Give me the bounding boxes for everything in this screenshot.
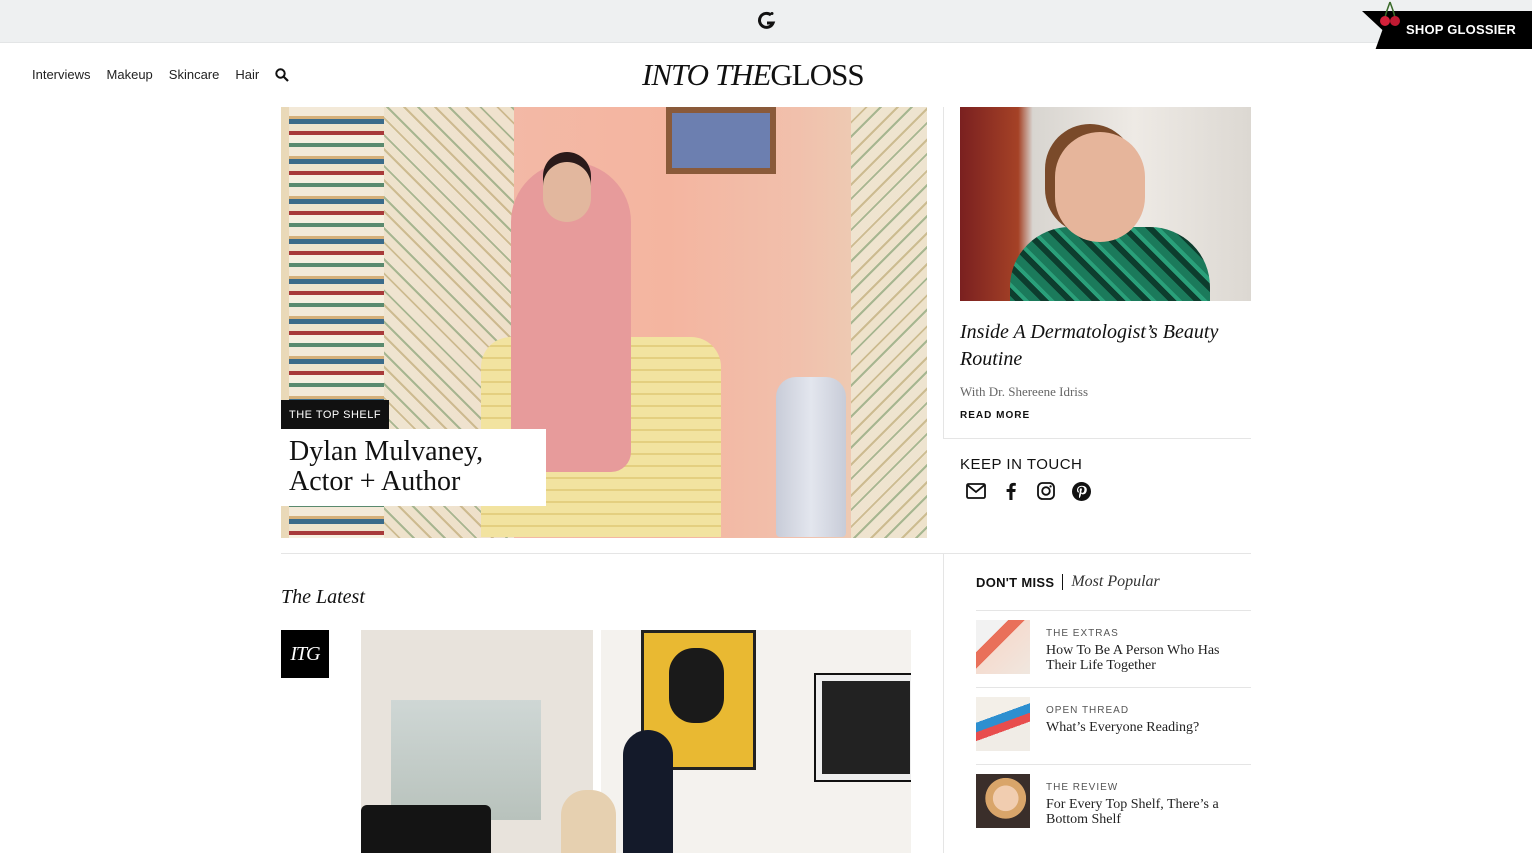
cherry-icon — [1380, 1, 1400, 26]
list-item[interactable]: THE EXTRAS How To Be A Person Who Has Th… — [976, 610, 1251, 687]
side-feature-title[interactable]: Inside A Dermatologist’s Beauty Routine — [960, 319, 1240, 373]
side-image-face — [1055, 132, 1145, 242]
list-item-title[interactable]: For Every Top Shelf, There’s a Bottom Sh… — [1046, 797, 1246, 827]
list-item-title[interactable]: What’s Everyone Reading? — [1046, 720, 1246, 735]
latest-image-person-standing — [623, 730, 673, 853]
top-utility-bar — [0, 0, 1532, 43]
latest-image-window — [391, 700, 541, 820]
keep-in-touch-heading: KEEP IN TOUCH — [960, 456, 1083, 473]
latest-image-frame — [814, 673, 911, 782]
hero-image-painting — [666, 107, 776, 174]
tab-dont-miss[interactable]: DON'T MISS — [976, 575, 1054, 590]
list-item-thumbnail — [976, 697, 1030, 751]
mail-icon[interactable] — [966, 481, 986, 501]
hero-image-head — [543, 162, 591, 222]
main-navigation: Interviews Makeup Skincare Hair INTO THE… — [0, 43, 1532, 107]
logo-italic-part: INTO THE — [642, 57, 771, 92]
search-icon[interactable] — [275, 68, 289, 82]
list-item-title[interactable]: How To Be A Person Who Has Their Life To… — [1046, 643, 1246, 673]
list-item[interactable]: OPEN THREAD What’s Everyone Reading? — [976, 687, 1251, 764]
hero-image-curtain-right — [851, 107, 927, 538]
hero-title-line-2: Actor + Author — [289, 466, 461, 497]
list-item-category: THE EXTRAS — [1046, 628, 1119, 639]
latest-image-person-seated — [561, 790, 616, 853]
side-feature-image[interactable] — [960, 107, 1251, 301]
latest-image-painting-figure — [669, 648, 724, 723]
list-item-thumbnail — [976, 774, 1030, 828]
hero-feature[interactable]: THE TOP SHELF Dylan Mulvaney, Actor + Au… — [281, 107, 927, 538]
sidebar-divider-bottom — [943, 554, 944, 853]
tab-most-popular[interactable]: Most Popular — [1071, 573, 1159, 591]
section-divider — [281, 553, 1251, 554]
nav-link-interviews[interactable]: Interviews — [32, 67, 91, 82]
site-logo[interactable]: INTO THEGLOSS — [642, 57, 865, 93]
list-item-category: OPEN THREAD — [1046, 705, 1130, 716]
instagram-icon[interactable] — [1036, 481, 1056, 501]
nav-link-hair[interactable]: Hair — [235, 67, 259, 82]
list-item-thumbnail — [976, 620, 1030, 674]
latest-heading: The Latest — [281, 586, 365, 608]
dont-miss-tabs: DON'T MISS Most Popular — [976, 573, 1160, 591]
side-feature-subtitle: With Dr. Shereene Idriss — [960, 384, 1089, 399]
latest-article-image[interactable] — [361, 630, 911, 853]
latest-image-sofa — [361, 805, 491, 853]
dont-miss-list: THE EXTRAS How To Be A Person Who Has Th… — [976, 610, 1251, 841]
hero-title[interactable]: Dylan Mulvaney, Actor + Author — [281, 429, 546, 506]
hero-category-tag[interactable]: THE TOP SHELF — [281, 400, 390, 429]
nav-link-makeup[interactable]: Makeup — [107, 67, 153, 82]
nav-link-skincare[interactable]: Skincare — [169, 67, 220, 82]
hero-image-side-table — [776, 377, 846, 537]
itg-badge: ITG — [281, 630, 329, 678]
pinterest-icon[interactable] — [1071, 481, 1091, 501]
tab-separator — [1062, 574, 1064, 590]
sidebar-divider-top — [943, 107, 944, 438]
list-item-category: THE REVIEW — [1046, 782, 1119, 793]
glossier-g-icon[interactable] — [757, 11, 777, 33]
read-more-link[interactable]: READ MORE — [960, 410, 1030, 421]
social-links — [966, 481, 1091, 501]
divider — [943, 438, 1251, 439]
facebook-icon[interactable] — [1001, 481, 1021, 501]
nav-links: Interviews Makeup Skincare Hair — [32, 67, 259, 82]
logo-plain-part: GLOSS — [770, 57, 864, 92]
shop-glossier-label[interactable]: SHOP GLOSSIER — [1406, 22, 1516, 37]
hero-title-line-1: Dylan Mulvaney, — [289, 436, 484, 467]
list-item[interactable]: THE REVIEW For Every Top Shelf, There’s … — [976, 764, 1251, 841]
